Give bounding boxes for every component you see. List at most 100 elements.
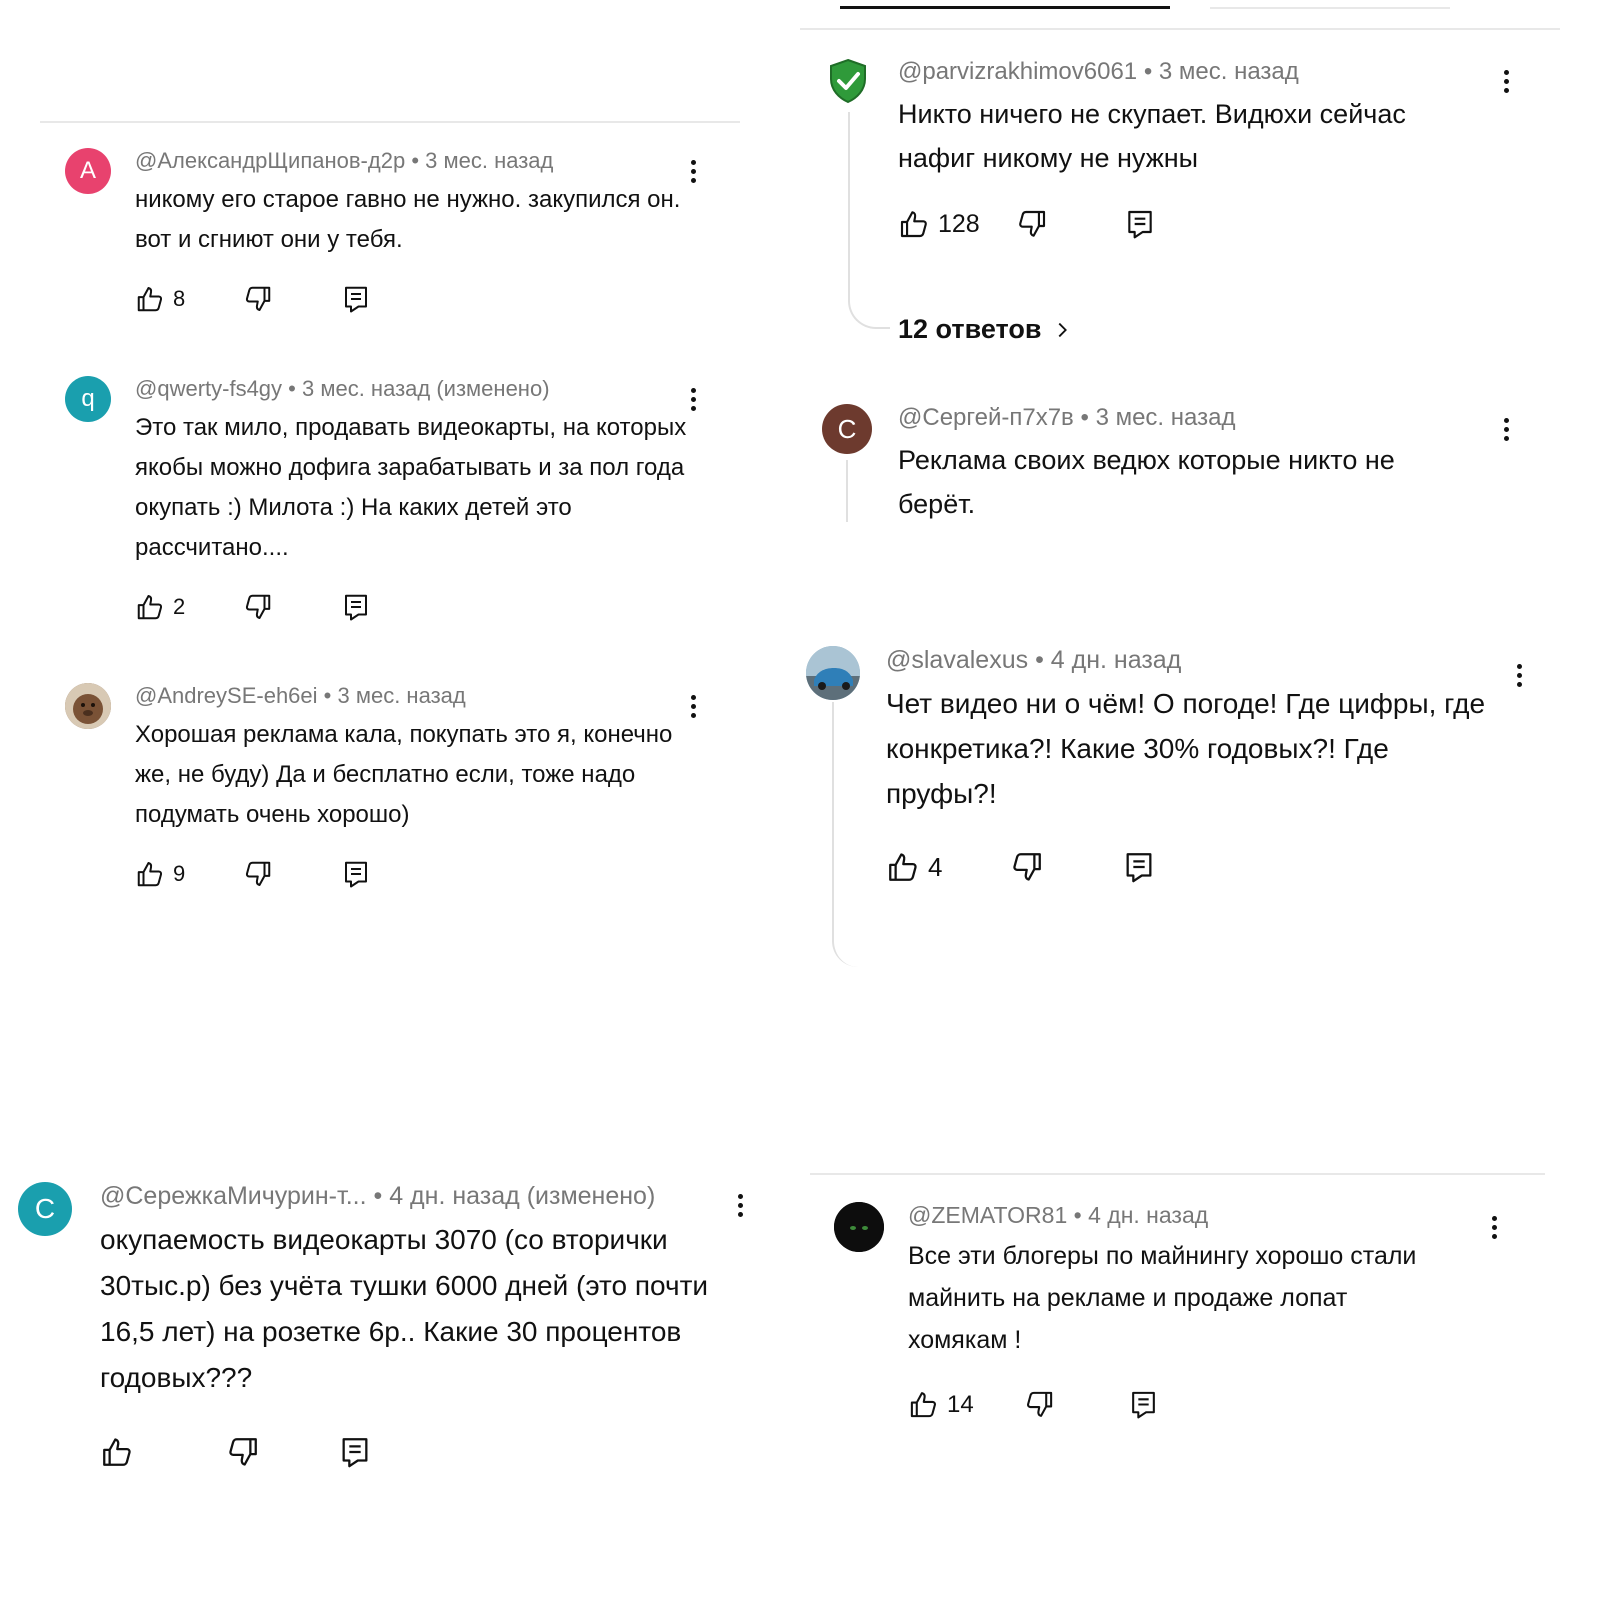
more-vert-icon[interactable] — [691, 695, 696, 722]
reply-button[interactable] — [1122, 850, 1156, 884]
avatar[interactable]: q — [65, 376, 111, 422]
like-icon — [900, 211, 927, 238]
dislike-icon — [1027, 1391, 1053, 1417]
comment-meta: @АлександрЩипанов-д2р • 3 мес. назад — [135, 148, 695, 174]
comment-card: С @СережкаМичурин-т... • 4 дн. назад (из… — [18, 1182, 758, 1482]
avatar[interactable] — [65, 683, 111, 729]
divider-right-top — [800, 28, 1560, 30]
comment-actions: 8 — [135, 284, 695, 314]
separator: • — [373, 1182, 383, 1210]
comment-author[interactable]: @Сергей-п7х7в — [898, 404, 1074, 431]
more-vert-icon[interactable] — [691, 388, 696, 415]
separator: • — [288, 376, 296, 401]
more-vert-icon[interactable] — [691, 160, 696, 187]
dislike-icon — [229, 1438, 257, 1466]
comment-meta: @parvizrakhimov6061 • 3 мес. назад — [898, 58, 1498, 86]
like-button[interactable]: 2 — [135, 592, 243, 622]
like-icon — [137, 595, 163, 620]
comment-author[interactable]: @ZEMATOR81 — [908, 1202, 1067, 1228]
comment-card: @slavalexus • 4 дн. назад Чет видео ни о… — [806, 646, 1536, 906]
reply-icon — [342, 1438, 368, 1468]
separator: • — [1143, 58, 1153, 85]
comment-actions: 2 — [135, 592, 695, 622]
view-replies-button[interactable]: 12 ответов — [898, 314, 1073, 345]
like-count: 8 — [173, 286, 186, 311]
comment-text: Чет видео ни о чём! О погоде! Где цифры,… — [886, 688, 1486, 809]
comment-meta: @Сергей-п7х7в • 3 мес. назад — [898, 404, 1498, 432]
comment-author[interactable]: @slavalexus — [886, 646, 1028, 674]
comment-time: 4 дн. назад — [1088, 1202, 1209, 1228]
avatar[interactable] — [806, 646, 860, 700]
like-button[interactable]: 9 — [135, 859, 243, 889]
avatar[interactable] — [828, 58, 868, 104]
edited-label: (изменено) — [436, 376, 550, 401]
separator: • — [323, 683, 332, 708]
dislike-button[interactable] — [1016, 208, 1124, 240]
dislike-icon — [245, 594, 271, 619]
dislike-button[interactable] — [243, 284, 341, 314]
avatar-letter: С — [837, 413, 857, 444]
like-icon — [137, 862, 163, 887]
comment-time: 4 дн. назад — [1050, 646, 1182, 674]
more-vert-icon[interactable] — [1492, 1216, 1497, 1243]
reply-button[interactable] — [341, 859, 371, 889]
comment-text: Это так мило, продавать видеокарты, на к… — [135, 414, 687, 561]
reply-button[interactable] — [341, 592, 371, 622]
dislike-button[interactable] — [226, 1435, 338, 1469]
more-vert-icon[interactable] — [1504, 418, 1509, 445]
more-vert-icon[interactable] — [1504, 70, 1509, 97]
comment-card: А @АлександрЩипанов-д2р • 3 мес. назад н… — [65, 148, 715, 328]
dislike-icon — [245, 286, 271, 311]
more-vert-icon[interactable] — [1517, 664, 1522, 691]
reply-icon — [345, 861, 367, 888]
dislike-button[interactable] — [1024, 1389, 1128, 1420]
comment-meta: @slavalexus • 4 дн. назад — [886, 646, 1516, 675]
comment-author[interactable]: @СережкаМичурин-т... — [100, 1182, 367, 1210]
like-icon — [137, 287, 163, 312]
comment-author[interactable]: @AndreySE-eh6ei — [135, 683, 318, 708]
reply-button[interactable] — [1128, 1389, 1159, 1420]
avatar[interactable]: А — [65, 148, 111, 194]
like-count: 4 — [928, 851, 943, 882]
like-count: 9 — [173, 861, 186, 886]
avatar[interactable]: С — [822, 404, 872, 454]
like-button[interactable]: 8 — [135, 284, 243, 314]
comment-text: Реклама своих ведюх которые никто не бер… — [898, 445, 1395, 519]
comment-meta: @AndreySE-eh6ei • 3 мес. назад — [135, 683, 695, 709]
like-count: 14 — [947, 1390, 974, 1418]
tab-indicator — [840, 6, 1170, 9]
comment-time: 3 мес. назад — [337, 683, 466, 708]
reply-button[interactable] — [341, 284, 371, 314]
reply-button[interactable] — [1124, 208, 1156, 240]
like-button[interactable]: 14 — [908, 1389, 1024, 1420]
comment-card: С @Сергей-п7х7в • 3 мес. назад Реклама с… — [822, 404, 1532, 534]
avatar-photo — [65, 683, 111, 729]
like-button[interactable]: 4 — [886, 850, 1010, 884]
more-vert-icon[interactable] — [738, 1194, 743, 1221]
avatar[interactable] — [834, 1202, 884, 1252]
comment-time: 3 мес. назад — [302, 376, 431, 401]
edited-label: (изменено) — [526, 1182, 656, 1210]
like-button[interactable]: 128 — [898, 208, 1016, 240]
dislike-button[interactable] — [243, 592, 341, 622]
avatar[interactable]: С — [18, 1182, 72, 1236]
comment-author[interactable]: @АлександрЩипанов-д2р — [135, 148, 405, 173]
divider-left-top — [40, 121, 740, 123]
dislike-button[interactable] — [1010, 850, 1122, 884]
separator: • — [1080, 404, 1089, 431]
replies-count-label: 12 ответов — [898, 314, 1042, 344]
comment-text: Хорошая реклама кала, покупать это я, ко… — [135, 721, 673, 828]
dislike-button[interactable] — [243, 859, 341, 889]
reply-button[interactable] — [338, 1435, 372, 1469]
comment-author[interactable]: @parvizrakhimov6061 — [898, 58, 1137, 85]
reply-icon — [345, 594, 367, 621]
comment-time: 3 мес. назад — [425, 148, 554, 173]
avatar-photo — [806, 646, 860, 700]
reply-icon — [345, 286, 367, 313]
like-button[interactable] — [100, 1435, 226, 1469]
comment-author[interactable]: @qwerty-fs4gy — [135, 376, 282, 401]
comment-card: @parvizrakhimov6061 • 3 мес. назад Никто… — [828, 58, 1528, 268]
avatar-photo — [834, 1202, 884, 1252]
like-icon — [910, 1392, 936, 1418]
divider-right-bottom — [810, 1173, 1545, 1175]
